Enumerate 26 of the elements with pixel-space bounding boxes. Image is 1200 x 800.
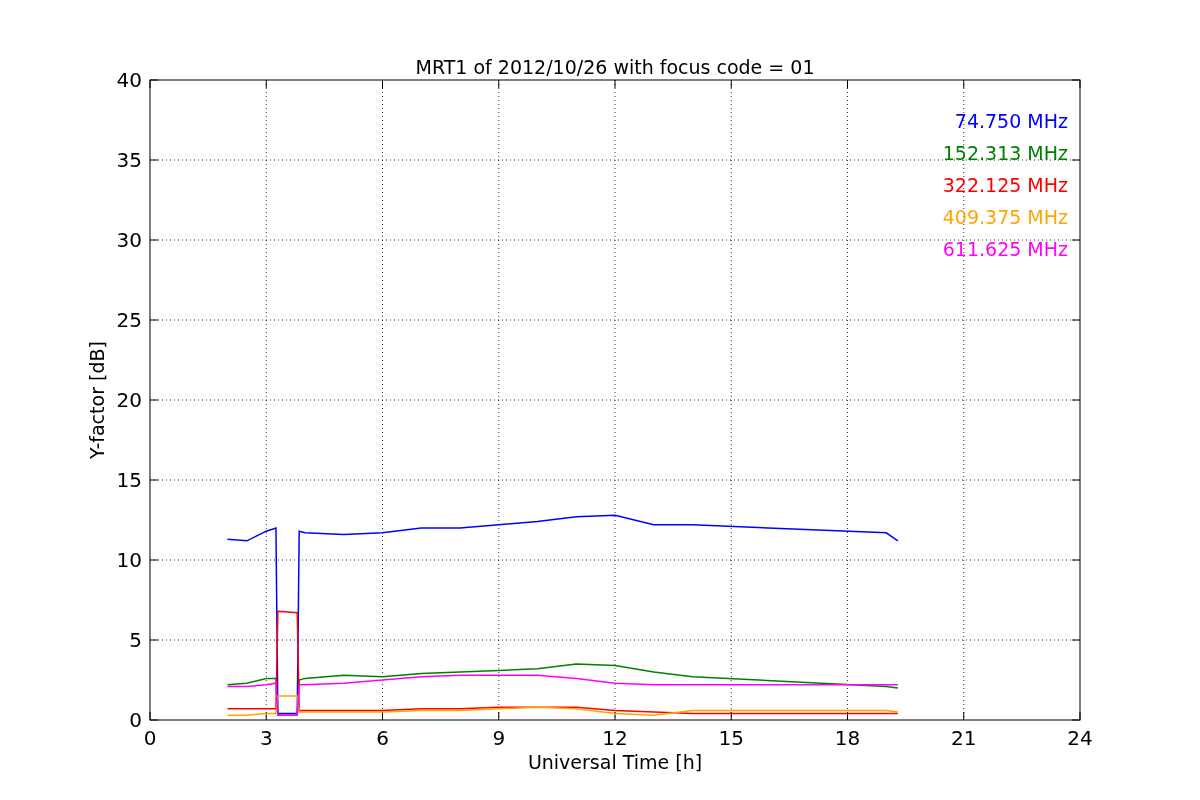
legend-label: 152.313 MHz [942,142,1068,164]
y-tick-label: 40 [116,68,142,92]
y-tick-label: 35 [116,148,142,172]
x-tick-label: 6 [376,726,389,750]
x-tick-label: 21 [951,726,977,750]
x-tick-label: 12 [602,726,628,750]
y-tick-label: 20 [116,388,142,412]
legend-label: 74.750 MHz [954,110,1068,132]
y-tick-label: 10 [116,548,142,572]
x-tick-label: 18 [834,726,861,750]
y-tick-label: 0 [129,708,142,732]
x-tick-label: 9 [492,726,506,750]
x-tick-label: 3 [259,726,273,750]
y-tick-label: 15 [116,468,142,492]
legend-label: 322.125 MHz [942,174,1068,196]
legend-label: 611.625 MHz [942,238,1068,260]
y-tick-label: 25 [116,308,142,332]
x-axis-label: Universal Time [h] [527,751,703,773]
x-tick-label: 0 [143,726,157,750]
y-tick-label: 30 [116,228,142,252]
chart-title: MRT1 of 2012/10/26 with focus code = 01 [415,56,815,78]
legend-label: 409.375 MHz [942,206,1068,228]
x-tick-label: 24 [1067,726,1093,750]
y-tick-label: 5 [129,628,142,652]
y-axis-label: Y-factor [dB] [86,341,108,459]
x-tick-label: 15 [718,726,744,750]
